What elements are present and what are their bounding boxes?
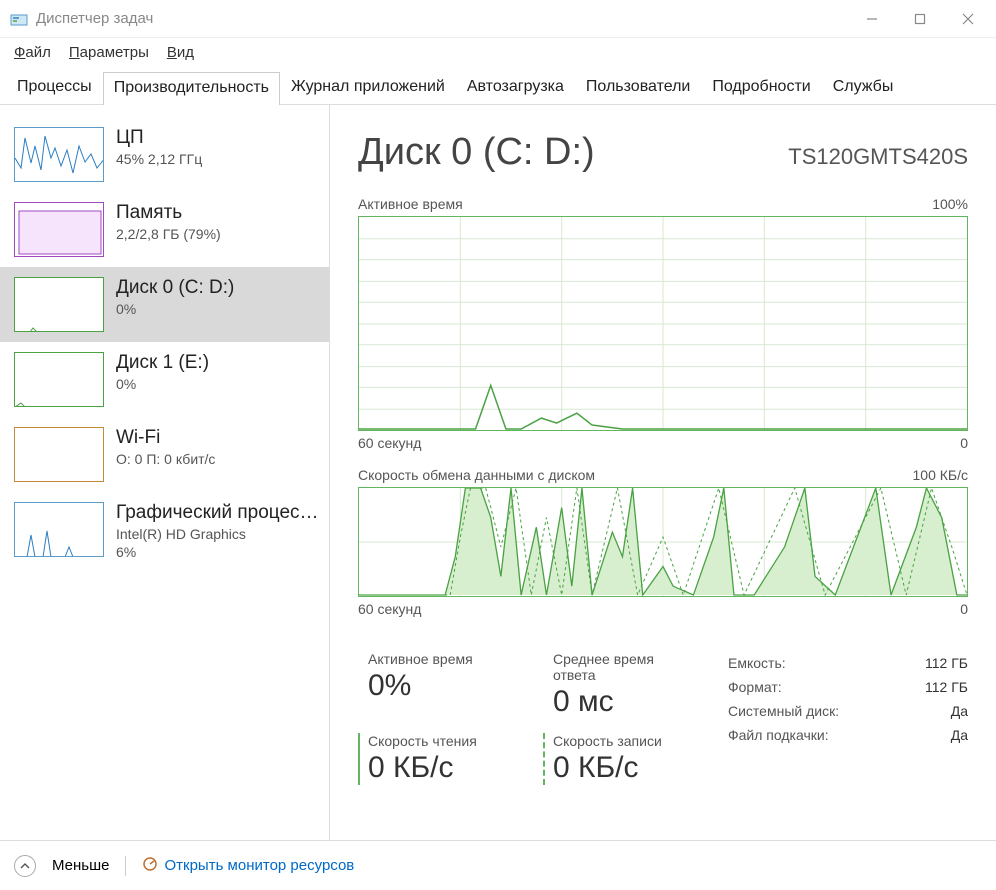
collapse-button[interactable]	[14, 855, 36, 877]
window-title: Диспетчер задач	[36, 10, 848, 27]
sidebar-item-sub: 2,2/2,8 ГБ (79%)	[116, 226, 319, 242]
tab-details[interactable]: Подробности	[701, 71, 821, 104]
chart1-xl: 60 секунд	[358, 435, 421, 451]
chart1-label: Активное время	[358, 196, 463, 212]
tab-bar: Процессы Производительность Журнал прило…	[0, 71, 996, 105]
chart2-xl: 60 секунд	[358, 601, 421, 617]
tab-app-history[interactable]: Журнал приложений	[280, 71, 456, 104]
stat-active-time: Активное время 0%	[358, 651, 513, 719]
tab-performance[interactable]: Производительность	[103, 72, 280, 105]
throughput-chart: Скорость обмена данными с диском 100 КБ/…	[358, 467, 968, 617]
chart2-max: 100 КБ/с	[913, 467, 968, 483]
detail-title: Диск 0 (C: D:)	[358, 131, 595, 174]
chart1-xr: 0	[960, 435, 968, 451]
chart2-xr: 0	[960, 601, 968, 617]
disk1-thumb	[14, 352, 104, 407]
tab-startup[interactable]: Автозагрузка	[456, 71, 575, 104]
disk-info-table: Емкость:112 ГБ Формат:112 ГБ Системный д…	[728, 651, 968, 785]
close-button[interactable]	[944, 3, 992, 35]
disk0-thumb	[14, 277, 104, 332]
gpu-thumb	[14, 502, 104, 557]
perf-sidebar: ЦП 45% 2,12 ГГц Память 2,2/2,8 ГБ (79%)	[0, 105, 330, 840]
chart1-max: 100%	[932, 196, 968, 212]
tab-users[interactable]: Пользователи	[575, 71, 701, 104]
chart2-box	[358, 487, 968, 597]
sidebar-item-label: ЦП	[116, 127, 319, 149]
sidebar-item-sub: 0%	[116, 376, 319, 392]
cpu-thumb	[14, 127, 104, 182]
sidebar-item-memory[interactable]: Память 2,2/2,8 ГБ (79%)	[0, 192, 329, 267]
minimize-button[interactable]	[848, 3, 896, 35]
window-controls	[848, 3, 992, 35]
wifi-thumb	[14, 427, 104, 482]
sidebar-item-sub: О: 0 П: 0 кбит/с	[116, 451, 319, 467]
menu-file[interactable]: Файл	[14, 44, 51, 61]
chevron-up-icon	[20, 861, 30, 871]
memory-thumb	[14, 202, 104, 257]
sidebar-item-disk1[interactable]: Диск 1 (E:) 0%	[0, 342, 329, 417]
task-manager-icon	[10, 10, 28, 28]
sidebar-item-label: Графический процессор 0	[116, 502, 319, 524]
sidebar-item-sub: Intel(R) HD Graphics	[116, 526, 319, 542]
tab-processes[interactable]: Процессы	[6, 71, 103, 104]
footer-less-label[interactable]: Меньше	[52, 857, 109, 874]
titlebar: Диспетчер задач	[0, 0, 996, 38]
sidebar-item-cpu[interactable]: ЦП 45% 2,12 ГГц	[0, 117, 329, 192]
stats-section: Активное время 0% Среднее время ответа 0…	[358, 651, 968, 785]
main-content: ЦП 45% 2,12 ГГц Память 2,2/2,8 ГБ (79%)	[0, 105, 996, 840]
active-time-chart: Активное время 100%	[358, 196, 968, 451]
tab-services[interactable]: Службы	[822, 71, 905, 104]
divider	[125, 856, 126, 876]
resource-monitor-icon	[142, 856, 158, 876]
maximize-button[interactable]	[896, 3, 944, 35]
sidebar-item-disk0[interactable]: Диск 0 (C: D:) 0%	[0, 267, 329, 342]
stat-write-speed: Скорость записи 0 КБ/с	[543, 733, 698, 785]
footer-bar: Меньше Открыть монитор ресурсов	[0, 840, 996, 890]
stat-read-speed: Скорость чтения 0 КБ/с	[358, 733, 513, 785]
menu-view[interactable]: Вид	[167, 44, 194, 61]
chart1-box	[358, 216, 968, 431]
stat-avg-response: Среднее время ответа 0 мс	[543, 651, 698, 719]
sidebar-item-sub: 45% 2,12 ГГц	[116, 151, 319, 167]
sidebar-item-label: Диск 1 (E:)	[116, 352, 319, 374]
sidebar-item-gpu[interactable]: Графический процессор 0 Intel(R) HD Grap…	[0, 492, 329, 570]
menu-bar: Файл Параметры Вид	[0, 38, 996, 71]
sidebar-item-label: Wi-Fi	[116, 427, 319, 449]
sidebar-item-label: Память	[116, 202, 319, 224]
sidebar-item-label: Диск 0 (C: D:)	[116, 277, 319, 299]
detail-panel: Диск 0 (C: D:) TS120GMTS420S Активное вр…	[330, 105, 996, 840]
chart2-label: Скорость обмена данными с диском	[358, 467, 595, 483]
disk-model: TS120GMTS420S	[788, 144, 968, 170]
sidebar-item-sub: 0%	[116, 301, 319, 317]
sidebar-item-sub2: 6%	[116, 544, 319, 560]
sidebar-item-wifi[interactable]: Wi-Fi О: 0 П: 0 кбит/с	[0, 417, 329, 492]
menu-options[interactable]: Параметры	[69, 44, 149, 61]
open-resource-monitor-link[interactable]: Открыть монитор ресурсов	[142, 856, 354, 876]
